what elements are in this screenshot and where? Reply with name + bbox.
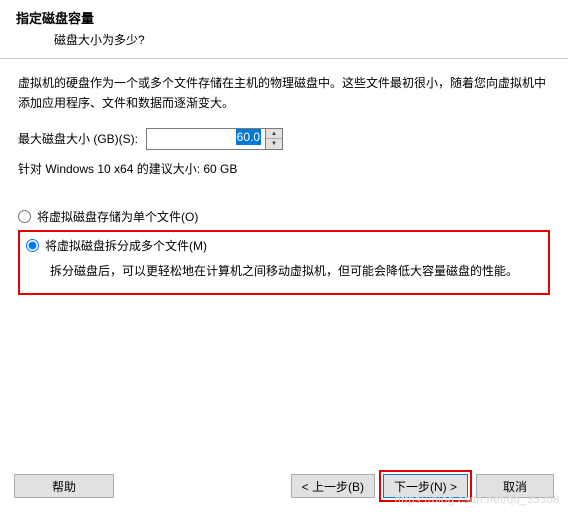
page-title: 指定磁盘容量 <box>16 8 552 27</box>
highlight-next-button: 下一步(N) > <box>379 470 472 502</box>
recommend-text: 针对 Windows 10 x64 的建议大小: 60 GB <box>18 160 550 177</box>
radio-split-file[interactable]: 将虚拟磁盘拆分成多个文件(M) <box>26 234 542 257</box>
radio-single-file[interactable]: 将虚拟磁盘存储为单个文件(O) <box>18 205 550 228</box>
disk-size-label: 最大磁盘大小 (GB)(S): <box>18 130 138 147</box>
help-button[interactable]: 帮助 <box>14 474 114 498</box>
disk-size-spinner[interactable]: 60.0 ▲ ▼ <box>146 128 283 150</box>
highlight-split-option: 将虚拟磁盘拆分成多个文件(M) 拆分磁盘后，可以更轻松地在计算机之间移动虚拟机，… <box>18 230 550 295</box>
radio-split-input[interactable] <box>26 239 39 252</box>
description-text: 虚拟机的硬盘作为一个或多个文件存储在主机的物理磁盘中。这些文件最初很小，随着您向… <box>18 73 550 114</box>
spinner-up-icon[interactable]: ▲ <box>266 129 282 140</box>
back-button[interactable]: < 上一步(B) <box>291 474 375 498</box>
page-subtitle: 磁盘大小为多少? <box>16 31 552 48</box>
radio-split-label: 将虚拟磁盘拆分成多个文件(M) <box>45 237 207 254</box>
next-button[interactable]: 下一步(N) > <box>383 474 468 498</box>
radio-single-label: 将虚拟磁盘存储为单个文件(O) <box>37 208 198 225</box>
cancel-button[interactable]: 取消 <box>476 474 554 498</box>
split-description: 拆分磁盘后，可以更轻松地在计算机之间移动虚拟机，但可能会降低大容量磁盘的性能。 <box>26 261 542 281</box>
spinner-down-icon[interactable]: ▼ <box>266 139 282 149</box>
radio-single-input[interactable] <box>18 210 31 223</box>
disk-size-input[interactable]: 60.0 <box>146 128 266 150</box>
